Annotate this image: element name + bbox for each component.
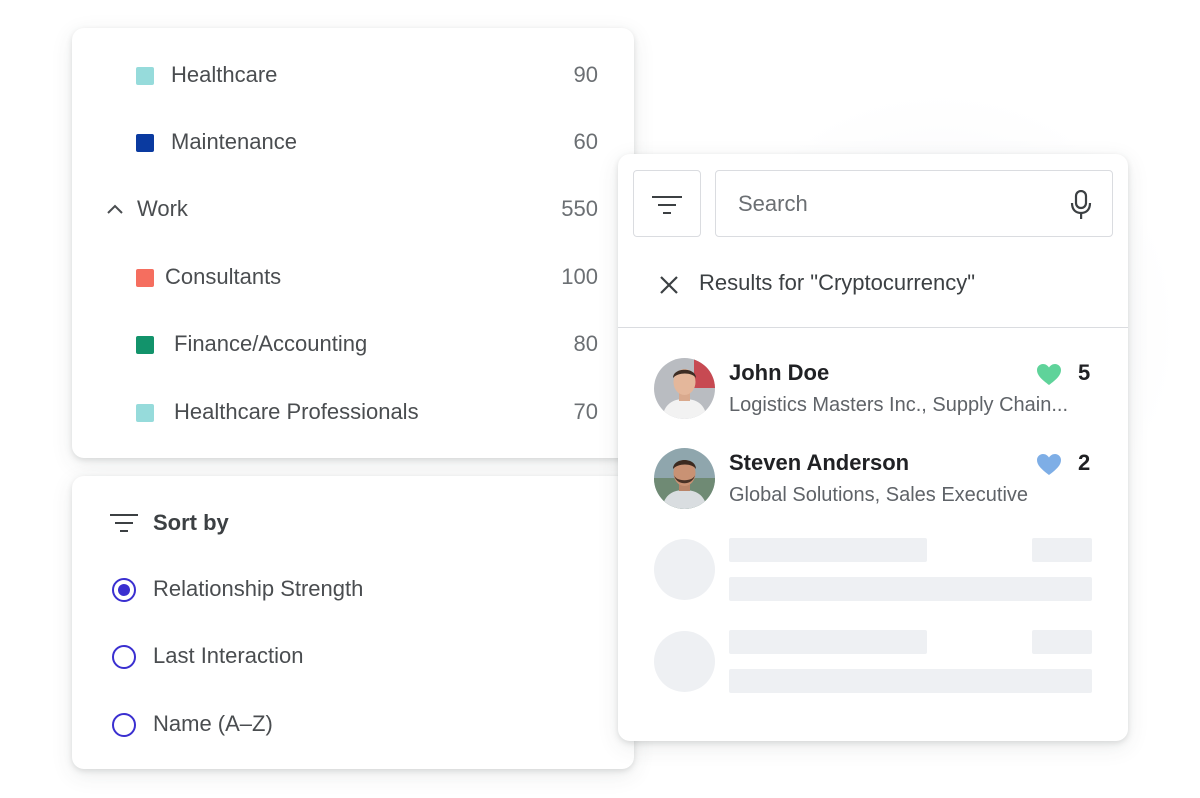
category-count: 100 [561,264,598,289]
sort-title: Sort by [153,510,229,535]
category-label: Finance/Accounting [174,331,368,356]
person-name: John Doe [729,360,830,385]
person-subtitle: Logistics Masters Inc., Supply Chain... [729,394,1069,416]
sort-option-label: Name (A–Z) [153,711,273,736]
skeleton-line [729,669,1092,693]
avatar [654,358,715,419]
category-count: 60 [573,129,598,154]
heart-icon [1037,364,1061,385]
radio-button[interactable] [112,645,136,669]
category-label: Healthcare Professionals [174,399,419,424]
category-item-healthcare[interactable]: Healthcare 90 [72,56,634,96]
sort-option-label: Relationship Strength [153,576,364,601]
chevron-up-icon[interactable] [106,201,124,219]
sort-option-relationship-strength[interactable]: Relationship Strength [72,570,634,610]
skeleton-avatar [654,631,715,692]
person-name: Steven Anderson [729,450,910,475]
results-label: Results for "Cryptocurrency" [699,270,976,295]
color-swatch [136,269,154,287]
category-item-maintenance[interactable]: Maintenance 60 [72,123,634,163]
category-count: 550 [561,196,598,221]
divider [618,327,1128,328]
result-item-steven-anderson[interactable]: Steven Anderson Global Solutions, Sales … [618,448,1128,518]
skeleton-line [729,630,927,654]
category-count: 80 [573,331,598,356]
search-results-card: Results for "Cryptocurrency" John Doe Lo… [618,154,1128,741]
filter-icon [652,196,682,214]
sort-option-name-az[interactable]: Name (A–Z) [72,705,634,745]
category-label: Maintenance [171,129,297,154]
color-swatch [136,336,154,354]
steven-anderson-avatar-photo [654,448,715,509]
relationship-score: 2 [1078,450,1091,475]
skeleton-line [1032,538,1092,562]
close-icon[interactable] [658,274,680,296]
skeleton-line [729,577,1092,601]
sort-option-label: Last Interaction [153,643,304,668]
category-item-consultants[interactable]: Consultants 100 [72,258,634,298]
color-swatch [136,404,154,422]
category-label: Work [137,196,188,221]
category-label: Healthcare [171,62,278,87]
avatar [654,448,715,509]
person-subtitle: Global Solutions, Sales Executive [729,484,1029,506]
radio-button-checked[interactable] [112,578,136,602]
search-field[interactable] [715,170,1113,237]
results-header: Results for "Cryptocurrency" [618,264,1128,304]
category-list-card: Healthcare 90 Maintenance 60 Work 550 Co… [72,28,634,458]
john-doe-avatar-photo [654,358,715,419]
skeleton-line [1032,630,1092,654]
skeleton-avatar [654,539,715,600]
relationship-score: 5 [1078,360,1091,385]
search-input[interactable] [738,185,1048,223]
microphone-icon[interactable] [1070,190,1092,220]
sort-by-card: Sort by Relationship Strength Last Inter… [72,476,634,769]
heart-icon [1037,454,1061,475]
sort-icon [110,514,138,532]
skeleton-line [729,538,927,562]
color-swatch [136,134,154,152]
result-item-john-doe[interactable]: John Doe Logistics Masters Inc., Supply … [618,358,1128,428]
category-item-healthcare-professionals[interactable]: Healthcare Professionals 70 [72,393,634,433]
color-swatch [136,67,154,85]
category-group-work[interactable]: Work 550 [72,190,634,230]
category-count: 70 [573,399,598,424]
category-item-finance-accounting[interactable]: Finance/Accounting 80 [72,325,634,365]
category-count: 90 [573,62,598,87]
filter-button[interactable] [633,170,701,237]
category-label: Consultants [165,264,282,289]
sort-option-last-interaction[interactable]: Last Interaction [72,637,634,677]
radio-button[interactable] [112,713,136,737]
